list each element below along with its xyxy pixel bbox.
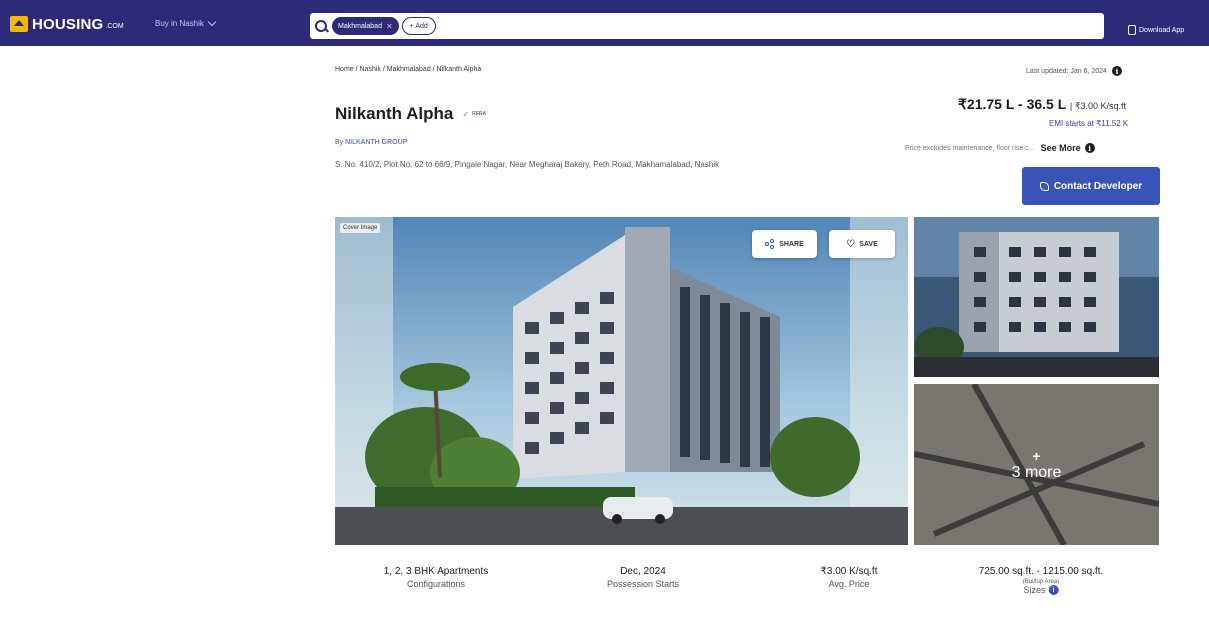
close-icon[interactable]: ✕ xyxy=(386,22,393,31)
logo-suffix: .COM xyxy=(105,23,124,30)
configurations-value: 1, 2, 3 BHK Apartments xyxy=(383,566,489,577)
chevron-down-icon xyxy=(207,17,217,26)
sizes-value: 725.00 sq.ft. - 1215.00 sq.ft. xyxy=(978,566,1104,577)
possession-label: Possession Starts xyxy=(606,579,680,589)
rera-badge: ✓ RERA xyxy=(462,110,486,119)
search-chip-label: Makhmalabad xyxy=(338,22,382,30)
search-chip-locality[interactable]: Makhmalabad ✕ xyxy=(332,17,399,35)
info-icon[interactable]: i xyxy=(1111,66,1122,76)
cover-image-tag: Cover Image xyxy=(340,223,381,233)
building-night-image xyxy=(914,217,1159,377)
builder-link[interactable]: NILKANTH GROUP xyxy=(345,139,407,146)
emi-link[interactable]: EMI starts at ₹11.52 K xyxy=(1049,119,1128,128)
share-icon xyxy=(765,239,775,249)
last-updated-text: Last updated: Jan 6, 2024 xyxy=(1026,67,1107,75)
housing-logo[interactable]: HOUSING .COM xyxy=(10,14,124,34)
search-icon[interactable] xyxy=(314,19,328,33)
stat-configurations: 1, 2, 3 BHK Apartments Configurations xyxy=(384,566,489,589)
last-updated: Last updated: Jan 6, 2024 i xyxy=(1026,66,1122,76)
rera-label: RERA xyxy=(472,111,486,117)
city-select-label: Buy in Nashik xyxy=(155,19,204,28)
download-app-link[interactable]: Download App xyxy=(1128,25,1184,35)
stat-sizes: 725.00 sq.ft. - 1215.00 sq.ft. (Builtup … xyxy=(978,566,1104,595)
sizes-label: Sizes xyxy=(1023,585,1046,595)
logo-text: HOUSING xyxy=(32,15,104,33)
project-address: S. No. 410/2, Plot No. 62 to 66/9, Pinga… xyxy=(335,160,720,169)
price-range-value: ₹21.75 L - 36.5 L xyxy=(958,96,1067,112)
save-button[interactable]: ♡ SAVE xyxy=(829,230,895,258)
price-range: ₹21.75 L - 36.5 L | ₹3.00 K/sq.ft xyxy=(958,96,1127,112)
builder-line: By NILKANTH GROUP xyxy=(335,139,407,146)
heart-icon: ♡ xyxy=(846,238,856,250)
project-title-row: Nilkanth Alpha ✓ RERA xyxy=(335,104,486,124)
price-note-text: Price excludes maintenance, floor rise c… xyxy=(905,144,1035,152)
phone-icon xyxy=(1039,181,1049,191)
logo-icon xyxy=(10,16,28,32)
city-select-dropdown[interactable]: Buy in Nashik xyxy=(155,17,217,28)
price-per-sqft: ₹3.00 K/sq.ft xyxy=(1074,101,1127,111)
more-images-label: 3 more xyxy=(1011,463,1062,481)
add-locality-button[interactable]: + Add xyxy=(401,17,436,35)
possession-value: Dec, 2024 xyxy=(620,566,666,577)
builder-prefix: By xyxy=(335,139,344,146)
top-navbar: HOUSING .COM Buy in Nashik Makhmalabad ✕… xyxy=(0,0,1209,46)
stat-avg-price: ₹3.00 K/sq.ft Avg. Price xyxy=(821,566,878,589)
gallery-thumbnail[interactable] xyxy=(914,217,1159,377)
share-label: SHARE xyxy=(779,240,804,248)
download-app-label: Download App xyxy=(1139,26,1185,34)
save-label: SAVE xyxy=(859,240,878,248)
info-icon[interactable]: i xyxy=(1084,143,1095,153)
more-images-overlay[interactable]: + 3 more xyxy=(914,384,1159,545)
search-bar[interactable]: Makhmalabad ✕ + Add xyxy=(310,13,1104,39)
gallery-more-thumbnail[interactable]: + 3 more xyxy=(914,384,1159,545)
avg-price-value: ₹3.00 K/sq.ft xyxy=(820,566,878,577)
sizes-label-row: Sizes i xyxy=(979,585,1104,595)
check-icon: ✓ xyxy=(462,109,470,119)
plus-icon: + xyxy=(1032,447,1041,464)
contact-developer-label: Contact Developer xyxy=(1053,180,1143,192)
see-more-link[interactable]: See More xyxy=(1041,143,1081,153)
price-note: Price excludes maintenance, floor rise c… xyxy=(905,143,1095,153)
breadcrumb[interactable]: Home / Nashik / Makhmalabad / Nilkanth A… xyxy=(335,66,481,73)
avg-price-label: Avg. Price xyxy=(828,579,870,589)
share-button[interactable]: SHARE xyxy=(752,230,817,258)
stat-possession: Dec, 2024 Possession Starts xyxy=(607,566,679,589)
info-icon[interactable]: i xyxy=(1048,585,1059,595)
phone-icon xyxy=(1128,25,1136,35)
building-render-image xyxy=(335,217,908,545)
configurations-label: Configurations xyxy=(406,579,466,589)
cover-image[interactable]: Cover Image SHARE ♡ SAVE xyxy=(335,217,908,545)
contact-developer-button[interactable]: Contact Developer xyxy=(1022,167,1160,205)
page-title: Nilkanth Alpha xyxy=(335,104,454,123)
